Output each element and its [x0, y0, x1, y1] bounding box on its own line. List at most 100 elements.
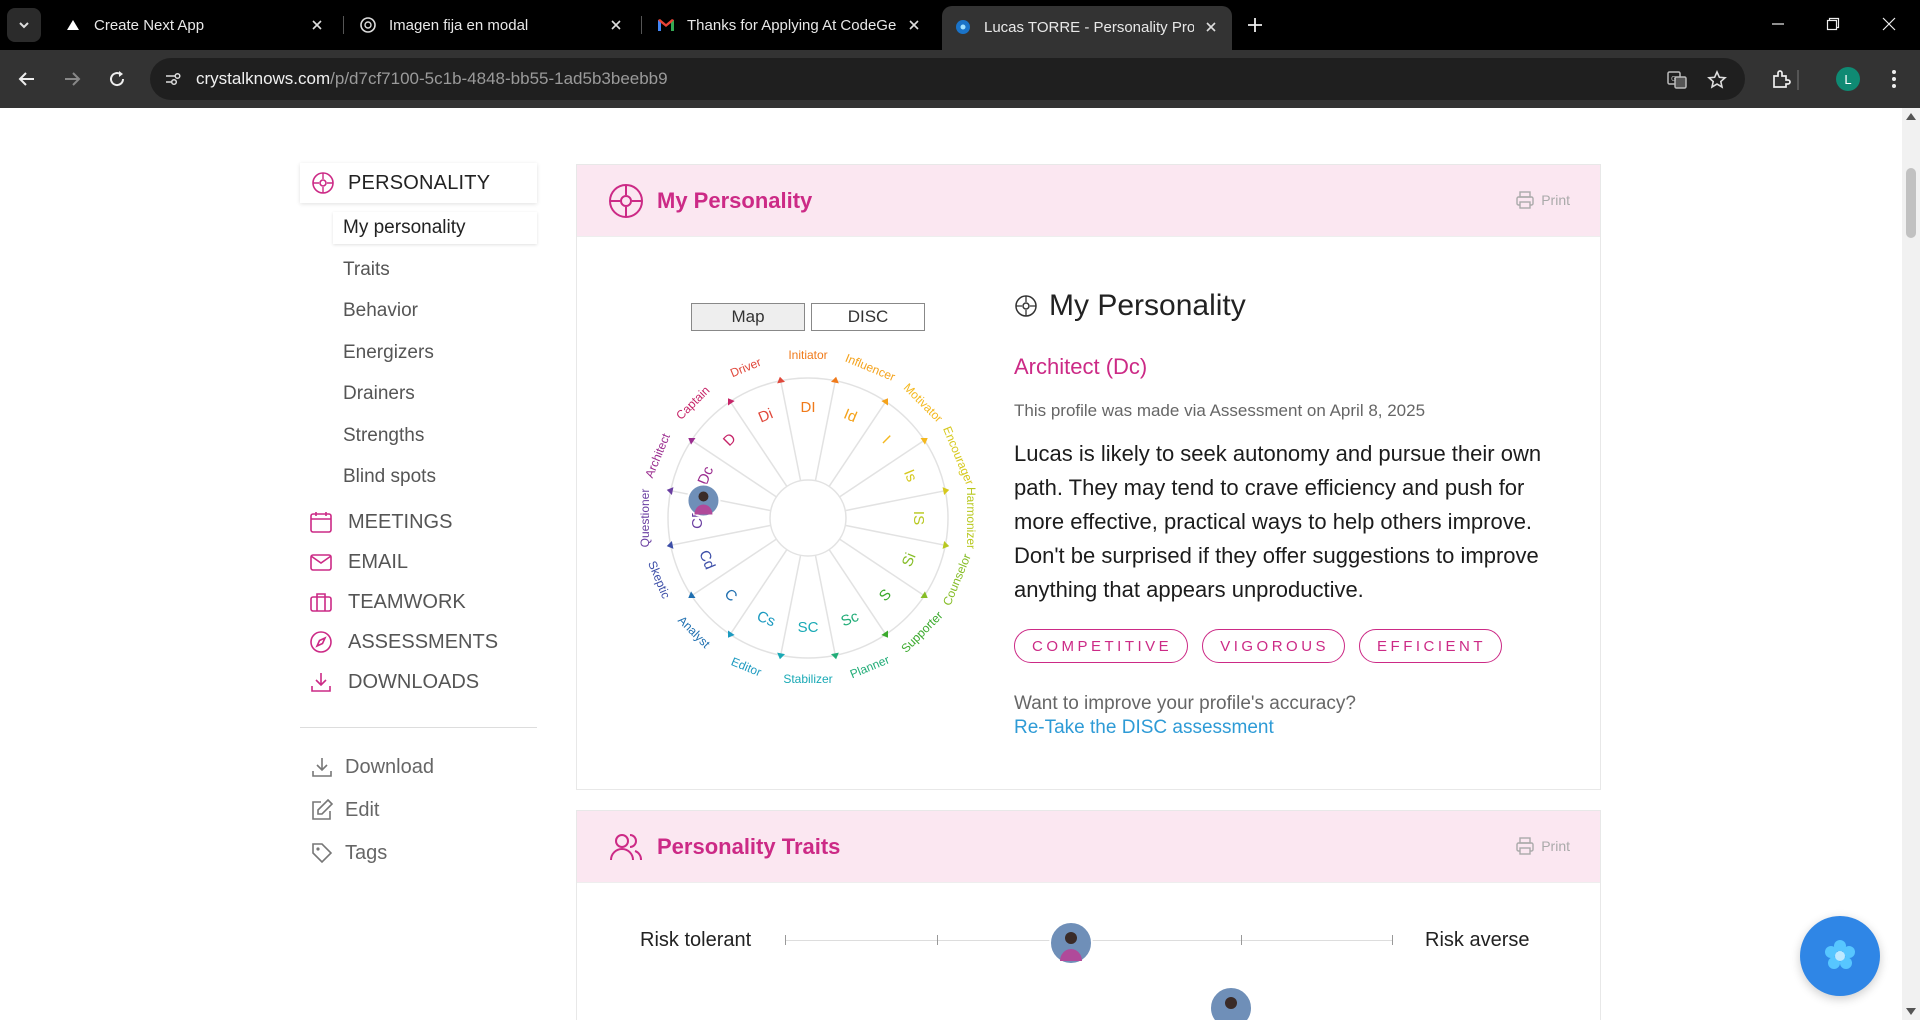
disc-toggle-button[interactable]: DISC: [811, 303, 925, 331]
edit-icon: [309, 797, 335, 823]
card-header: Personality Traits Print: [577, 811, 1600, 883]
wheel-segment-name: Supporter: [898, 608, 945, 655]
tab-bar: Create Next App Imagen fija en modal Tha…: [0, 0, 1920, 50]
menu-kebab-icon[interactable]: [1879, 64, 1909, 94]
my-personality-card: My Personality Print Map DISC DI Initiato…: [576, 164, 1601, 790]
crystal-flower-icon: [1825, 940, 1855, 969]
plus-icon: [1248, 18, 1262, 32]
tag-icon: [309, 840, 335, 866]
retake-disc-link[interactable]: Re-Take the DISC assessment: [1014, 717, 1274, 739]
printer-icon: [1514, 189, 1536, 211]
sidebar-item-meetings[interactable]: MEETINGS: [307, 506, 452, 538]
print-button[interactable]: Print: [1514, 189, 1570, 211]
trait-scale-left-label: Risk tolerant: [640, 929, 752, 951]
edit-action[interactable]: Edit: [309, 794, 379, 826]
tab-create-next-app[interactable]: Create Next App: [52, 8, 338, 42]
sidebar-item-downloads[interactable]: DOWNLOADS: [307, 666, 479, 698]
compass-icon: [307, 628, 335, 656]
personality-description: Lucas is likely to seek autonomy and pur…: [1014, 441, 1542, 602]
wheel-segment-code[interactable]: I: [879, 432, 894, 447]
profile-avatar[interactable]: L: [1836, 67, 1860, 91]
sidebar-item-strengths[interactable]: Strengths: [333, 420, 537, 452]
arrow-right-icon: [65, 72, 81, 86]
tab-lucas-torre[interactable]: Lucas TORRE - Personality Profil: [942, 6, 1232, 50]
close-icon[interactable]: [1200, 16, 1222, 38]
close-icon[interactable]: [903, 14, 925, 36]
forward-button[interactable]: [55, 62, 89, 96]
sidebar-header-personality[interactable]: PERSONALITY: [300, 163, 537, 203]
minimize-button[interactable]: [1751, 4, 1805, 44]
close-window-button[interactable]: [1862, 4, 1916, 44]
wheel-segment-code[interactable]: Id: [841, 406, 859, 426]
extensions-icon[interactable]: [1766, 64, 1796, 94]
wheel-segment-name: Questioner: [638, 489, 652, 548]
tab-gmail[interactable]: Thanks for Applying At CodeGe: [645, 8, 935, 42]
print-button[interactable]: Print: [1514, 835, 1570, 857]
download-action[interactable]: Download: [309, 751, 434, 783]
translate-icon[interactable]: G: [1665, 68, 1689, 92]
reload-button[interactable]: [100, 62, 134, 96]
trait-pill: EFFICIENT: [1359, 629, 1503, 663]
sidebar-item-assessments[interactable]: ASSESSMENTS: [307, 626, 498, 658]
wheel-segment-name: Counselor: [940, 552, 974, 608]
sidebar-item-energizers[interactable]: Energizers: [333, 337, 537, 369]
envelope-icon: [307, 548, 335, 576]
wheel-segment-code[interactable]: D: [720, 430, 740, 450]
sidebar-item-label: DOWNLOADS: [348, 670, 480, 693]
card-header: My Personality Print: [577, 165, 1600, 237]
wheel-segment-name: Stabilizer: [783, 672, 832, 686]
sidebar-divider: [300, 727, 537, 728]
scroll-thumb[interactable]: [1906, 168, 1916, 238]
tags-action[interactable]: Tags: [309, 837, 387, 869]
wheel-segment-code[interactable]: SC: [798, 619, 819, 636]
sidebar-item-my-personality[interactable]: My personality: [333, 212, 537, 244]
wheel-segment-name: Analyst: [675, 613, 713, 651]
tab-search-button[interactable]: [7, 8, 41, 42]
sidebar-item-drainers[interactable]: Drainers: [333, 378, 537, 410]
url-text: crystalknows.com/p/d7cf7100-5c1b-4848-bb…: [196, 69, 668, 89]
site-settings-icon[interactable]: [162, 68, 184, 90]
sidebar-item-teamwork[interactable]: TEAMWORK: [307, 586, 466, 618]
wheel-segment-code[interactable]: Cd: [695, 548, 718, 572]
wheel-segment-name: Architect: [642, 431, 673, 480]
crystal-assistant-button[interactable]: [1800, 916, 1880, 996]
arrow-left-icon: [18, 72, 34, 86]
wheel-segment-code[interactable]: S: [876, 586, 895, 605]
chatgpt-icon: [359, 16, 377, 34]
tab-imagen-fija[interactable]: Imagen fija en modal: [347, 8, 637, 42]
sidebar-item-email[interactable]: EMAIL: [307, 546, 408, 578]
map-toggle-button[interactable]: Map: [691, 303, 805, 331]
back-button[interactable]: [10, 62, 44, 96]
wheel-segment-code[interactable]: Cs: [754, 608, 777, 631]
bookmark-star-icon[interactable]: [1705, 68, 1729, 92]
sidebar-item-behavior[interactable]: Behavior: [333, 295, 537, 327]
tab-separator: [343, 16, 344, 34]
address-bar[interactable]: crystalknows.com/p/d7cf7100-5c1b-4848-bb…: [150, 58, 1745, 100]
triangle-icon: [64, 16, 82, 34]
wheel-segment-code[interactable]: IS: [910, 511, 927, 525]
print-label: Print: [1541, 192, 1570, 208]
wheel-segment-name: Editor: [729, 654, 763, 679]
page-scrollbar[interactable]: [1902, 108, 1920, 1020]
scroll-down-arrow[interactable]: [1906, 1008, 1916, 1015]
scroll-up-arrow[interactable]: [1906, 113, 1916, 120]
card-title: Personality Traits: [657, 833, 841, 859]
wheel-segment-code[interactable]: C: [721, 586, 741, 606]
new-tab-button[interactable]: [1240, 10, 1270, 40]
wheel-segment-code[interactable]: Si: [899, 550, 920, 569]
reload-icon: [110, 71, 125, 87]
wheel-segment-code[interactable]: Di: [756, 405, 776, 426]
wheel-segment-code[interactable]: DI: [801, 399, 816, 416]
restore-button[interactable]: [1806, 4, 1860, 44]
wheel-segment-code[interactable]: Sc: [839, 608, 862, 631]
close-icon[interactable]: [605, 14, 627, 36]
wheel-segment-name: Encourager: [940, 424, 977, 487]
chevron-down-icon: [19, 22, 29, 29]
sidebar-item-blind-spots[interactable]: Blind spots: [333, 461, 537, 493]
action-label: Download: [345, 755, 434, 778]
sidebar-item-traits[interactable]: Traits: [333, 254, 537, 286]
close-icon[interactable]: [306, 14, 328, 36]
trait-scale-tick: [1392, 935, 1393, 945]
wheel-segment-code[interactable]: Is: [900, 467, 920, 484]
briefcase-icon: [307, 588, 335, 616]
